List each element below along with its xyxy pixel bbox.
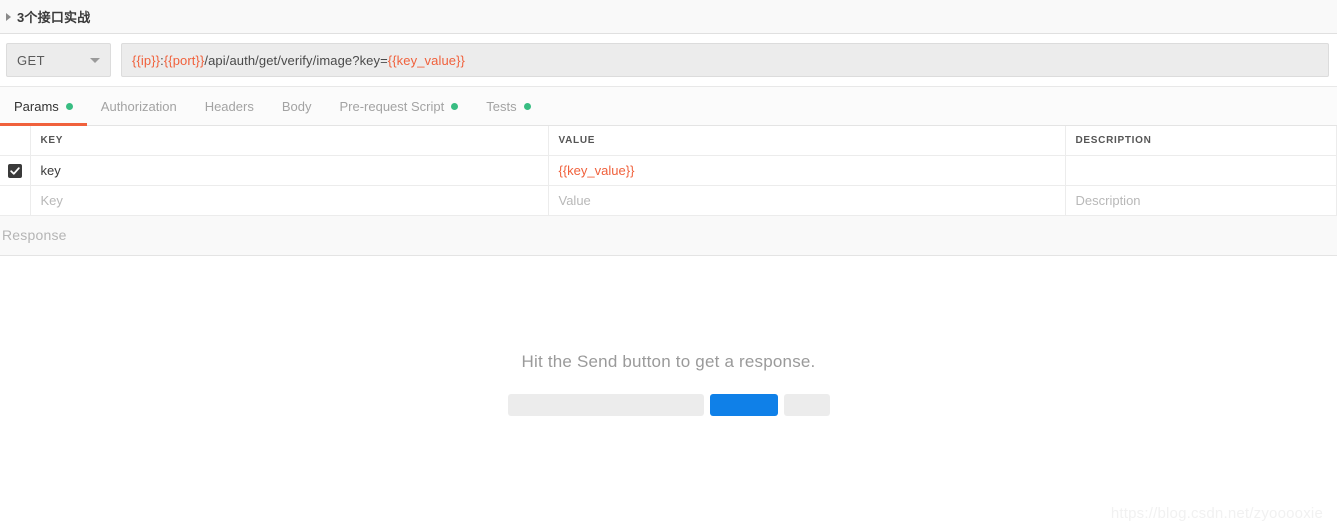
status-dot-icon xyxy=(65,102,73,110)
column-header-description: DESCRIPTION xyxy=(1064,126,1337,156)
param-value-input[interactable]: {{key_value}} xyxy=(547,155,1066,186)
column-header-value: VALUE xyxy=(547,126,1066,156)
tab-headers[interactable]: Headers xyxy=(191,87,268,125)
collection-header-bar[interactable]: 3个接口实战 xyxy=(0,0,1337,34)
param-value-input-new[interactable]: Value xyxy=(547,185,1066,216)
tab-params[interactable]: Params xyxy=(0,87,87,126)
tab-label: Body xyxy=(281,98,312,114)
tab-label: Params xyxy=(14,98,59,114)
tab-pre-request-script[interactable]: Pre-request Script xyxy=(325,87,472,125)
mock-save-bar xyxy=(783,393,830,416)
response-empty-state: Hit the Send button to get a response. xyxy=(0,352,1337,416)
response-empty-message: Hit the Send button to get a response. xyxy=(521,351,816,371)
checkmark-icon[interactable] xyxy=(7,163,22,178)
request-tab-bar: Params Authorization Headers Body Pre-re… xyxy=(0,87,1337,126)
url-part: {{ip}} xyxy=(132,52,161,68)
triangle-right-icon[interactable] xyxy=(6,12,11,21)
tab-label: Headers xyxy=(204,98,254,114)
table-header-row: KEY VALUE DESCRIPTION xyxy=(0,126,1337,156)
param-key-input[interactable]: key xyxy=(29,155,549,186)
http-method-select[interactable]: GET xyxy=(6,43,111,77)
row-checkbox-cell-empty[interactable] xyxy=(0,185,31,216)
tab-label: Tests xyxy=(486,98,517,114)
watermark: https://blog.csdn.net/zyooooxie xyxy=(1110,505,1323,522)
status-dot-icon xyxy=(523,102,531,110)
param-description-input-new[interactable]: Description xyxy=(1064,185,1337,216)
param-description-input[interactable] xyxy=(1064,155,1337,186)
tab-authorization[interactable]: Authorization xyxy=(87,87,191,125)
table-row: Key Value Description xyxy=(0,185,1337,216)
response-header-bar: Response xyxy=(0,215,1337,256)
tab-body[interactable]: Body xyxy=(268,87,326,125)
column-header-key: KEY xyxy=(29,126,549,156)
response-label: Response xyxy=(2,227,67,243)
url-part: {{port}} xyxy=(163,52,205,68)
tab-tests[interactable]: Tests xyxy=(472,87,544,125)
response-empty-mock-graphic xyxy=(507,393,830,416)
chevron-down-icon xyxy=(90,57,100,63)
request-url-row: GET {{ip}}:{{port}}/api/auth/get/verify/… xyxy=(0,34,1337,87)
request-url-input[interactable]: {{ip}}:{{port}}/api/auth/get/verify/imag… xyxy=(121,43,1329,77)
tab-label: Pre-request Script xyxy=(339,98,445,114)
param-key-input-new[interactable]: Key xyxy=(29,185,549,216)
request-url-text: {{ip}}:{{port}}/api/auth/get/verify/imag… xyxy=(132,53,465,68)
http-method-label: GET xyxy=(17,52,45,68)
collection-title: 3个接口实战 xyxy=(17,10,91,25)
mock-url-bar xyxy=(507,393,704,416)
table-row: key {{key_value}} xyxy=(0,155,1337,186)
row-checkbox-cell[interactable] xyxy=(0,155,31,186)
column-header-checkbox xyxy=(0,126,31,156)
tab-label: Authorization xyxy=(100,98,177,114)
response-body-panel: Hit the Send button to get a response. xyxy=(0,255,1337,518)
mock-send-button xyxy=(709,393,778,416)
params-table: KEY VALUE DESCRIPTION key {{key_value}} … xyxy=(0,126,1337,216)
status-dot-icon xyxy=(451,102,459,110)
url-part: /api/auth/get/verify/image?key= xyxy=(204,52,388,68)
url-part: {{key_value}} xyxy=(387,52,466,68)
